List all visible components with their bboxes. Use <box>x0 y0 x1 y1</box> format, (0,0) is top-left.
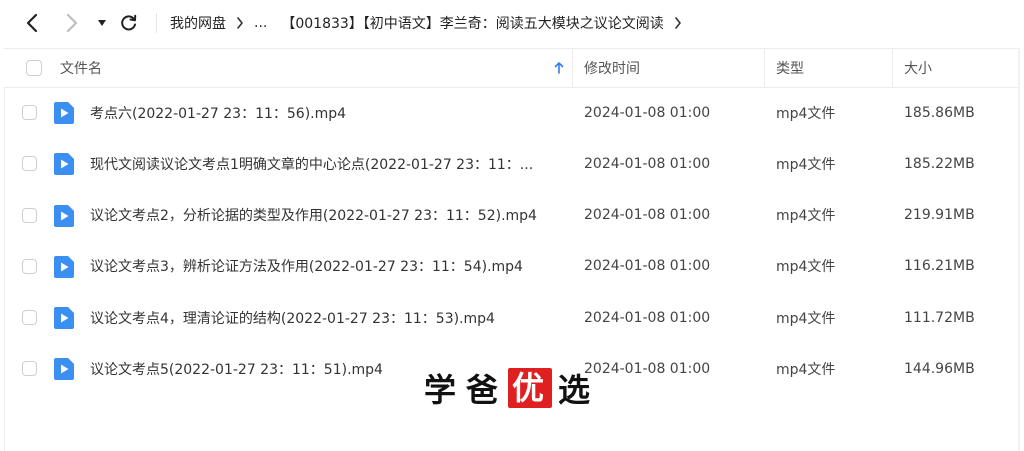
file-name[interactable]: 议论文考点4，理清论证的结构(2022-01-27 23：11：53).mp4 <box>90 292 562 343</box>
table-row[interactable]: 现代文阅读议论文考点1明确文章的中心论点(2022-01-27 23：11：..… <box>4 138 1020 189</box>
file-size: 185.86MB <box>904 104 975 121</box>
history-dropdown-button[interactable] <box>90 11 114 35</box>
file-size: 219.91MB <box>904 207 975 224</box>
file-size: 185.22MB <box>904 155 975 172</box>
watermark-char: 学 <box>424 371 461 409</box>
video-file-icon <box>54 204 74 227</box>
header-size[interactable]: 大小 <box>904 49 932 87</box>
video-file-icon <box>54 358 74 381</box>
file-name[interactable]: 议论文考点3，辨析论证方法及作用(2022-01-27 23：11：54).mp… <box>90 241 562 292</box>
refresh-button[interactable] <box>117 11 141 35</box>
column-divider[interactable] <box>572 49 573 87</box>
file-name[interactable]: 考点六(2022-01-27 23：11：56).mp4 <box>90 87 562 138</box>
select-all-checkbox[interactable] <box>26 49 42 87</box>
file-mtime: 2024-01-08 01:00 <box>584 309 711 326</box>
file-type: mp4文件 <box>776 208 836 225</box>
file-type: mp4文件 <box>776 156 836 173</box>
header-name[interactable]: 文件名 <box>60 49 102 87</box>
column-divider[interactable] <box>892 49 893 87</box>
file-name[interactable]: 议论文考点2，分析论据的类型及作用(2022-01-27 23：11：52).m… <box>90 190 562 241</box>
watermark-logo: 学 爸 优 选 <box>424 364 594 412</box>
file-type: mp4文件 <box>776 310 836 327</box>
row-checkbox[interactable] <box>22 105 37 120</box>
breadcrumb-chevron-icon <box>236 17 244 29</box>
row-checkbox[interactable] <box>22 361 37 377</box>
table-row[interactable]: 考点六(2022-01-27 23：11：56).mp4 2024-01-08 … <box>4 87 1020 138</box>
refresh-icon <box>121 14 137 31</box>
breadcrumb-current[interactable]: 【001833】【初中语文】李兰奇：阅读五大模块之议论文阅读 <box>281 13 663 33</box>
file-mtime: 2024-01-08 01:00 <box>584 207 711 224</box>
file-mtime: 2024-01-08 01:00 <box>584 104 711 121</box>
sort-ascending-icon[interactable] <box>554 49 564 87</box>
forward-button[interactable] <box>60 11 84 35</box>
watermark-char-boxed: 优 <box>508 368 553 408</box>
header-type[interactable]: 类型 <box>776 49 804 87</box>
chevron-left-icon <box>26 13 38 33</box>
watermark-char: 选 <box>558 371 595 409</box>
file-type: mp4文件 <box>776 361 836 378</box>
chevron-right-icon <box>66 13 78 33</box>
file-mtime: 2024-01-08 01:00 <box>584 155 711 172</box>
table-row[interactable]: 议论文考点3，辨析论证方法及作用(2022-01-27 23：11：54).mp… <box>4 241 1020 292</box>
watermark-char: 爸 <box>466 371 503 409</box>
breadcrumb-ellipsis[interactable]: ... <box>254 15 267 31</box>
table-row[interactable]: 议论文考点4，理清论证的结构(2022-01-27 23：11：53).mp4 … <box>4 292 1020 343</box>
toolbar-divider <box>156 13 157 33</box>
file-name[interactable]: 现代文阅读议论文考点1明确文章的中心论点(2022-01-27 23：11：..… <box>90 138 562 189</box>
column-divider[interactable] <box>764 49 765 87</box>
row-checkbox[interactable] <box>22 156 37 172</box>
video-file-icon <box>54 255 74 278</box>
video-file-icon <box>54 307 74 330</box>
breadcrumb-chevron-icon <box>674 17 682 29</box>
row-checkbox[interactable] <box>22 310 37 326</box>
table-row[interactable]: 议论文考点2，分析论据的类型及作用(2022-01-27 23：11：52).m… <box>4 190 1020 241</box>
file-size: 144.96MB <box>904 360 975 377</box>
file-type: mp4文件 <box>776 105 836 122</box>
file-list: 考点六(2022-01-27 23：11：56).mp4 2024-01-08 … <box>4 87 1020 395</box>
file-size: 111.72MB <box>904 309 975 326</box>
breadcrumb: 我的网盘 ... 【001833】【初中语文】李兰奇：阅读五大模块之议论文阅读 <box>170 11 692 35</box>
video-file-icon <box>54 153 74 176</box>
table-header: 文件名 修改时间 类型 大小 <box>4 48 1020 88</box>
row-checkbox[interactable] <box>22 207 37 223</box>
file-mtime: 2024-01-08 01:00 <box>584 360 711 377</box>
toolbar: 我的网盘 ... 【001833】【初中语文】李兰奇：阅读五大模块之议论文阅读 <box>0 0 1024 46</box>
caret-down-icon <box>98 20 106 26</box>
file-mtime: 2024-01-08 01:00 <box>584 258 711 275</box>
file-type: mp4文件 <box>776 259 836 276</box>
video-file-icon <box>54 102 74 124</box>
header-mtime[interactable]: 修改时间 <box>584 49 640 87</box>
back-button[interactable] <box>20 11 44 35</box>
row-checkbox[interactable] <box>22 258 37 274</box>
breadcrumb-root[interactable]: 我的网盘 <box>170 13 226 33</box>
file-size: 116.21MB <box>904 258 975 275</box>
